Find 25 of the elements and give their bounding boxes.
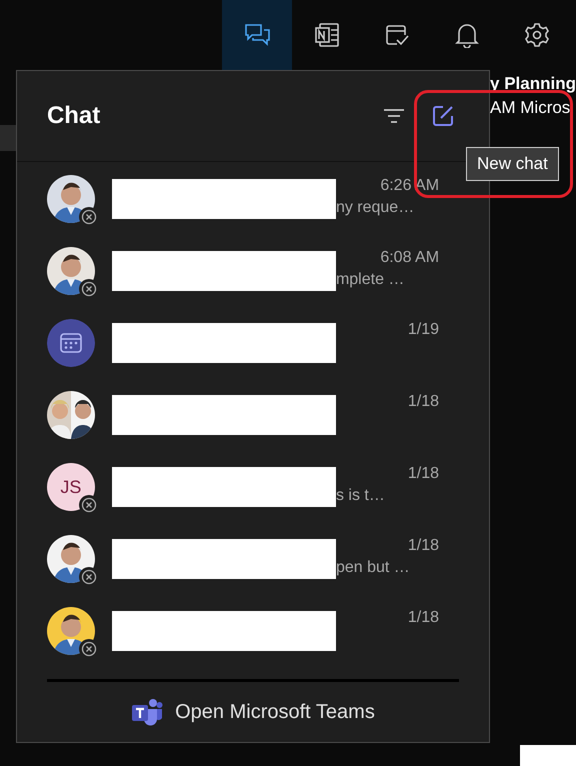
background-text: AM Micros <box>490 97 572 119</box>
chat-time: 1/19 <box>408 321 440 339</box>
bell-icon <box>454 22 480 48</box>
chat-time: 1/18 <box>408 465 440 483</box>
filter-icon <box>383 107 406 125</box>
chat-time: 1/18 <box>408 537 440 555</box>
chat-time: 1/18 <box>408 609 440 627</box>
message-preview: s is t… <box>336 487 385 505</box>
message-preview: pen but … <box>336 559 410 577</box>
notebook-icon <box>314 22 340 48</box>
panel-title: Chat <box>46 102 102 130</box>
chat-time: 6:08 AM <box>380 249 440 267</box>
compose-icon <box>431 104 456 128</box>
tooltip: New chat <box>466 147 559 181</box>
chat-icon <box>244 22 270 48</box>
background-patch <box>520 745 576 766</box>
message-preview: mplete … <box>336 271 404 289</box>
teams-icon <box>131 698 164 726</box>
avatar-initials: JS <box>46 463 95 511</box>
message-preview: ny reque… <box>336 199 414 217</box>
calendar-icon <box>46 319 95 367</box>
chat-time: 1/18 <box>408 393 440 411</box>
calendar-check-icon <box>384 22 410 48</box>
settings-icon <box>524 22 550 48</box>
open-teams-button[interactable]: Open Microsoft Teams <box>127 694 379 730</box>
